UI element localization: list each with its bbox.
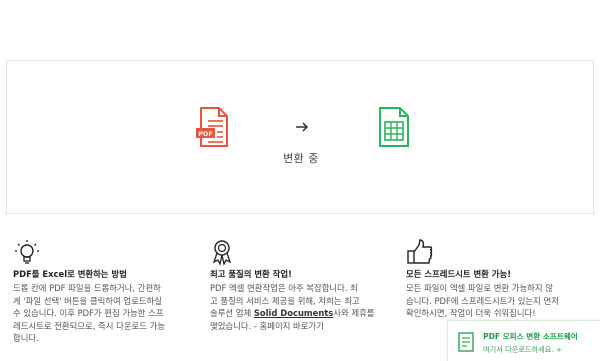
software-promo[interactable]: PDF 오피스 변환 소프트웨어 여기서 다운로드하세요. + bbox=[447, 320, 600, 361]
conversion-status: 변환 중 bbox=[283, 152, 319, 165]
arrow-right-icon bbox=[296, 122, 308, 132]
feature-line: 게 '파일 선택' 버튼을 클릭하여 업로드하실 bbox=[13, 295, 162, 306]
conversion-panel: PDF 변환 중 bbox=[6, 60, 594, 214]
feature-line: 수 있습니다. 이후 PDF가 편집 가능한 스프 bbox=[13, 308, 164, 319]
promo-title: PDF 오피스 변환 소프트웨어 bbox=[483, 332, 578, 341]
feature-title: 최고 품질의 변환 작업! bbox=[210, 269, 292, 279]
feature-title: 모든 스프레드시트 변환 가능! bbox=[406, 269, 512, 279]
promo-download-link[interactable]: 여기서 다운로드하세요. + bbox=[483, 345, 562, 355]
feature-line: PDF 엑셀 변환작업은 아주 복잡합니다. 최 bbox=[210, 283, 358, 293]
pdf-badge-label: PDF bbox=[198, 130, 213, 138]
homepage-link[interactable]: 맺었습니다. - 홈페이지 바로가기 bbox=[210, 320, 398, 333]
award-ribbon-icon bbox=[212, 240, 232, 266]
feature-quality: 최고 품질의 변환 작업! PDF 엑셀 변환작업은 아주 복잡합니다. 최 고… bbox=[210, 238, 398, 332]
spreadsheet-file-icon bbox=[379, 107, 409, 147]
pdf-software-icon bbox=[458, 332, 474, 352]
feature-line: 습니다. PDF에 스프레드시트가 있는지 먼저 bbox=[406, 295, 559, 306]
feature-line: 모든 파일이 엑셀 파일로 변환 가능하지 않 bbox=[406, 283, 553, 293]
feature-description: 드롭 칸에 PDF 파일을 드롭하거나, 간편하 게 '파일 선택' 버튼을 클… bbox=[13, 282, 201, 345]
feature-line: 레드시트로 전환되므로, 즉시 다운로드 가능 bbox=[13, 320, 165, 331]
feature-line: 드롭 칸에 PDF 파일을 드롭하거나, 간편하 bbox=[13, 283, 161, 293]
lightbulb-icon bbox=[15, 240, 39, 264]
feature-description: 모든 파일이 엑셀 파일로 변환 가능하지 않 습니다. PDF에 스프레드시트… bbox=[406, 282, 594, 320]
feature-line: 합니다. bbox=[13, 333, 39, 344]
feature-line: 솔루션 업체 Solid Documents사와 제휴를 bbox=[210, 308, 375, 319]
solid-documents-link[interactable]: Solid Documents bbox=[254, 308, 333, 318]
feature-all-spreadsheets: 모든 스프레드시트 변환 가능! 모든 파일이 엑셀 파일로 변환 가능하지 않… bbox=[406, 238, 594, 320]
thumbs-up-icon bbox=[407, 239, 433, 264]
feature-line: 고 품질의 서비스 제공을 위해, 저희는 최고 bbox=[210, 295, 360, 306]
feature-line: 확인하시면, 작업이 더욱 쉬워집니다! bbox=[406, 308, 536, 319]
feature-title: PDF를 Excel로 변환하는 방법 bbox=[13, 269, 127, 279]
pdf-file-icon: PDF bbox=[196, 107, 228, 147]
feature-description: PDF 엑셀 변환작업은 아주 복잡합니다. 최 고 품질의 서비스 제공을 위… bbox=[210, 282, 398, 332]
feature-how-to: PDF를 Excel로 변환하는 방법 드롭 칸에 PDF 파일을 드롭하거나,… bbox=[13, 238, 201, 345]
